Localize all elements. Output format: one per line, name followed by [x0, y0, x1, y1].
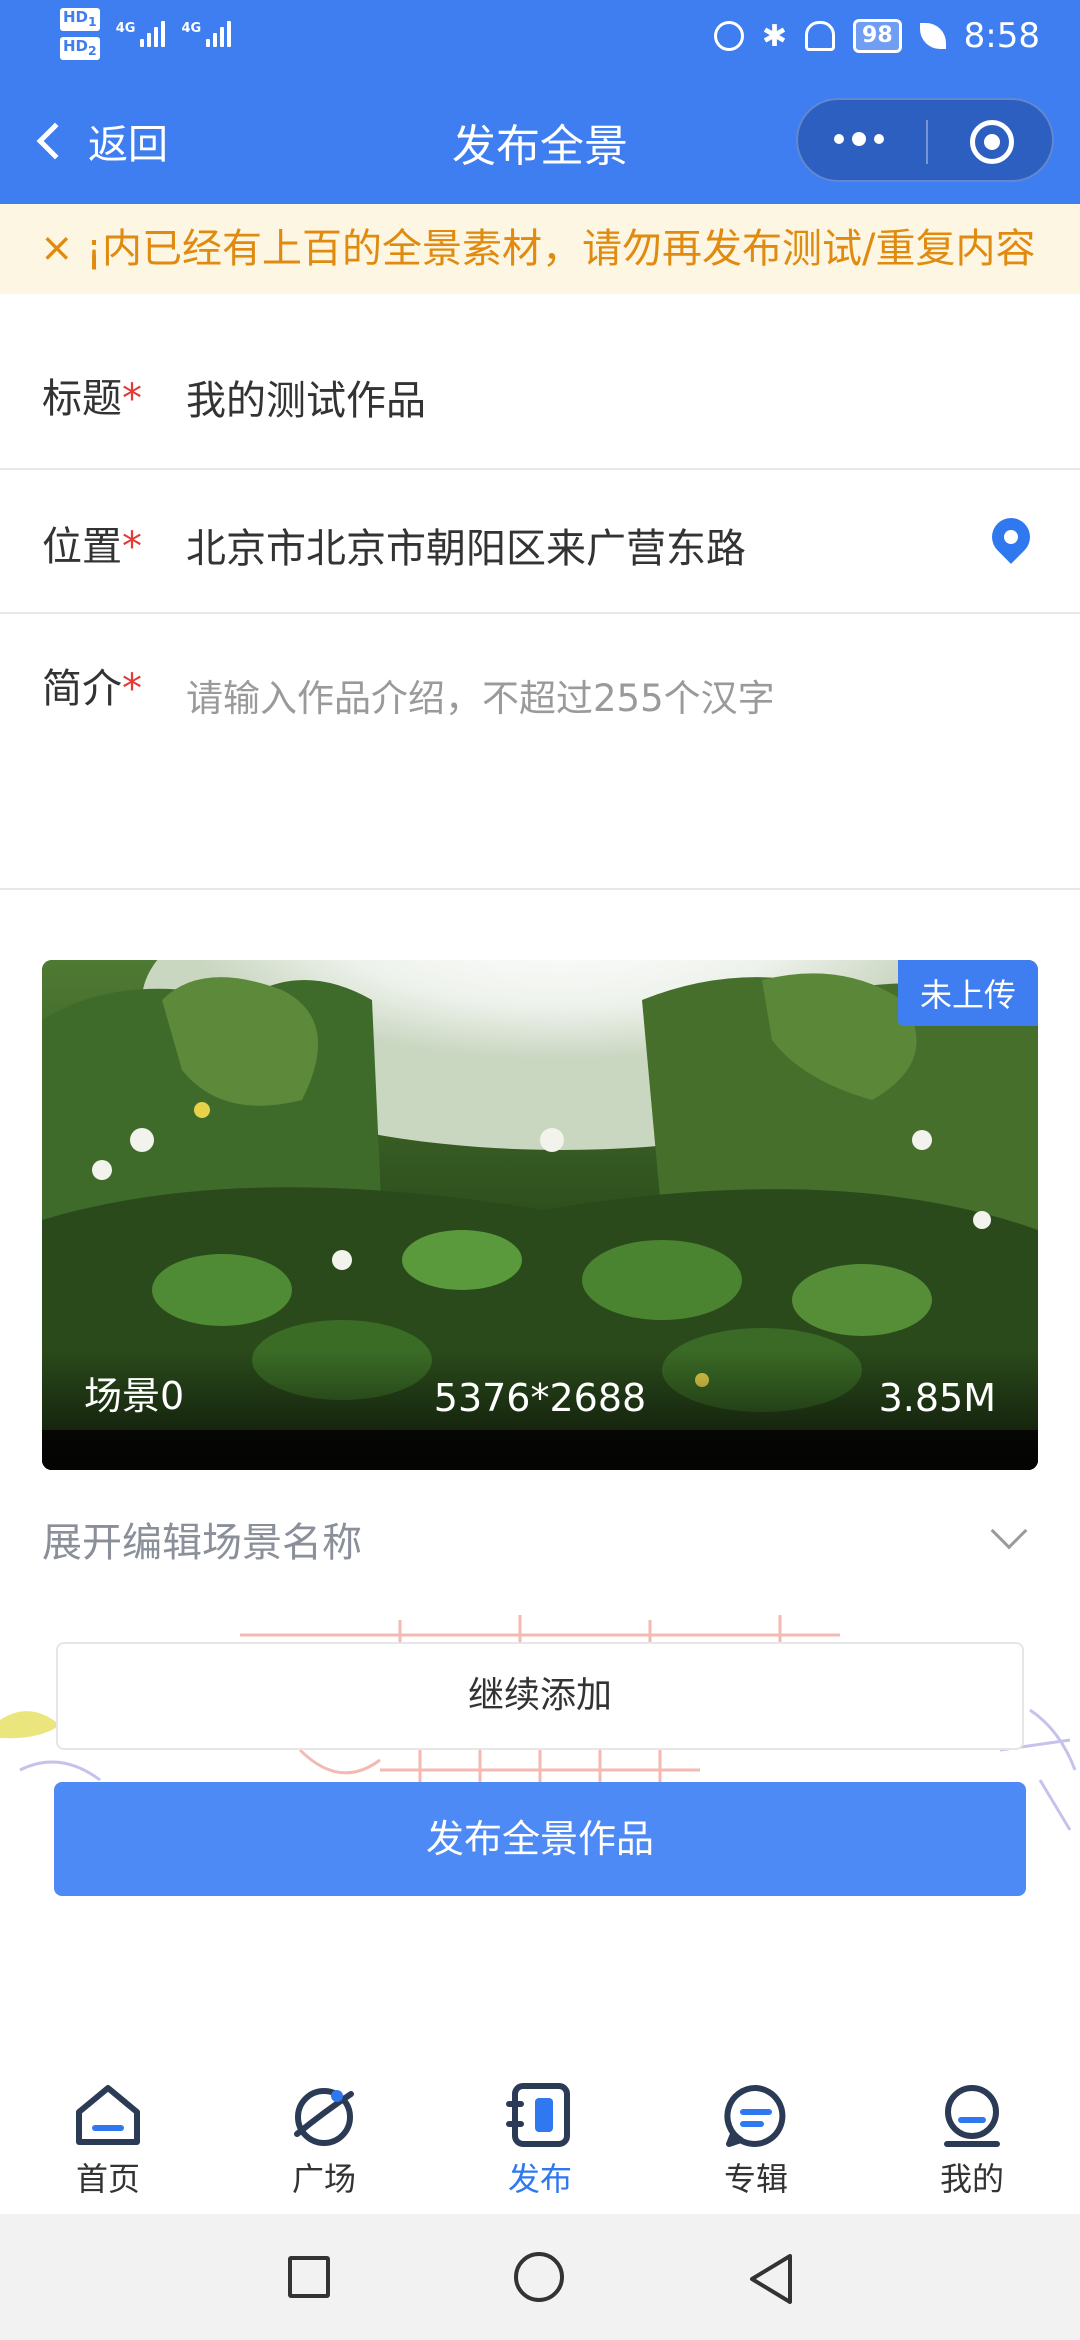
bluetooth-icon: ✱ — [761, 18, 788, 54]
location-label: 位置* — [42, 524, 142, 570]
signal-icon: 4G — [116, 21, 166, 47]
title-label: 标题* — [42, 376, 142, 422]
close-icon[interactable]: × — [40, 224, 74, 272]
intro-textarea[interactable]: 请输入作品介绍，不超过255个汉字 — [186, 668, 775, 722]
more-icon[interactable] — [834, 132, 884, 146]
tab-profile[interactable]: 我的 — [902, 2082, 1042, 2200]
publish-icon — [506, 2083, 570, 2147]
panorama-card[interactable]: 未上传 场景0 5376*2688 3.85M — [42, 960, 1038, 1470]
scene-file-size: 3.85M — [878, 1376, 996, 1420]
back-triangle-icon[interactable] — [746, 2252, 796, 2306]
mute-bell-icon — [805, 21, 836, 51]
tab-home[interactable]: 首页 — [38, 2082, 178, 2200]
tab-bar: 首页 广场 发布 专辑 我的 — [0, 2064, 1080, 2214]
hd2-badge: HD2 — [60, 37, 100, 60]
expand-scene-names[interactable]: 展开编辑场景名称 — [42, 1510, 1038, 1570]
planet-icon — [294, 2088, 354, 2146]
battery-icon: 98 — [853, 19, 902, 53]
clock: 8:58 — [963, 16, 1040, 56]
hd1-badge: HD1 — [60, 8, 100, 31]
tab-album[interactable]: 专辑 — [686, 2082, 826, 2200]
alarm-icon — [713, 21, 744, 51]
intro-label: 简介* — [42, 666, 142, 712]
location-input[interactable]: 北京市北京市朝阳区来广营东路 — [186, 516, 746, 574]
title-row: 标题* 我的测试作品 — [0, 294, 1080, 470]
intro-row: 简介* 请输入作品介绍，不超过255个汉字 — [0, 614, 1080, 890]
upload-status-badge: 未上传 — [897, 960, 1038, 1026]
system-nav-bar — [0, 2214, 1080, 2340]
notice-bar: × ¡内已经有上百的全景素材，请勿再发布测试/重复内容 — [0, 204, 1080, 294]
tab-publish[interactable]: 发布 — [470, 2082, 610, 2200]
network-indicators: HD1 HD2 4G 4G — [60, 8, 232, 60]
notice-text: ¡内已经有上百的全景素材，请勿再发布测试/重复内容 — [86, 226, 1036, 272]
tab-publish-label: 发布 — [507, 2160, 572, 2198]
close-target-icon[interactable] — [970, 120, 1014, 164]
title-input[interactable]: 我的测试作品 — [186, 368, 426, 426]
continue-add-button[interactable]: 继续添加 — [56, 1642, 1024, 1750]
home-icon — [76, 2085, 140, 2145]
album-icon — [724, 2084, 786, 2147]
leaf-icon — [919, 23, 946, 49]
home-circle-icon[interactable] — [514, 2252, 564, 2302]
publish-button[interactable]: 发布全景作品 — [54, 1782, 1026, 1896]
location-pin-icon[interactable] — [984, 510, 1038, 564]
tab-home-label: 首页 — [75, 2160, 140, 2198]
profile-icon — [944, 2085, 1000, 2147]
location-row: 位置* 北京市北京市朝阳区来广营东路 — [0, 470, 1080, 614]
chevron-down-icon — [990, 1512, 1028, 1550]
tab-album-label: 专辑 — [723, 2160, 788, 2198]
tab-square[interactable]: 广场 — [254, 2082, 394, 2200]
miniprogram-capsule — [796, 98, 1054, 182]
tab-profile-label: 我的 — [939, 2160, 1004, 2198]
signal-icon: 4G — [181, 21, 232, 47]
expand-label: 展开编辑场景名称 — [42, 1520, 362, 1566]
scene-info: 场景0 5376*2688 3.85M — [42, 1350, 1038, 1470]
recent-apps-icon[interactable] — [288, 2256, 330, 2298]
status-bar: HD1 HD2 4G 4G ✱ 98 8:58 — [0, 0, 1080, 72]
nav-bar: 返回 发布全景 — [0, 72, 1080, 204]
tab-square-label: 广场 — [291, 2160, 356, 2198]
